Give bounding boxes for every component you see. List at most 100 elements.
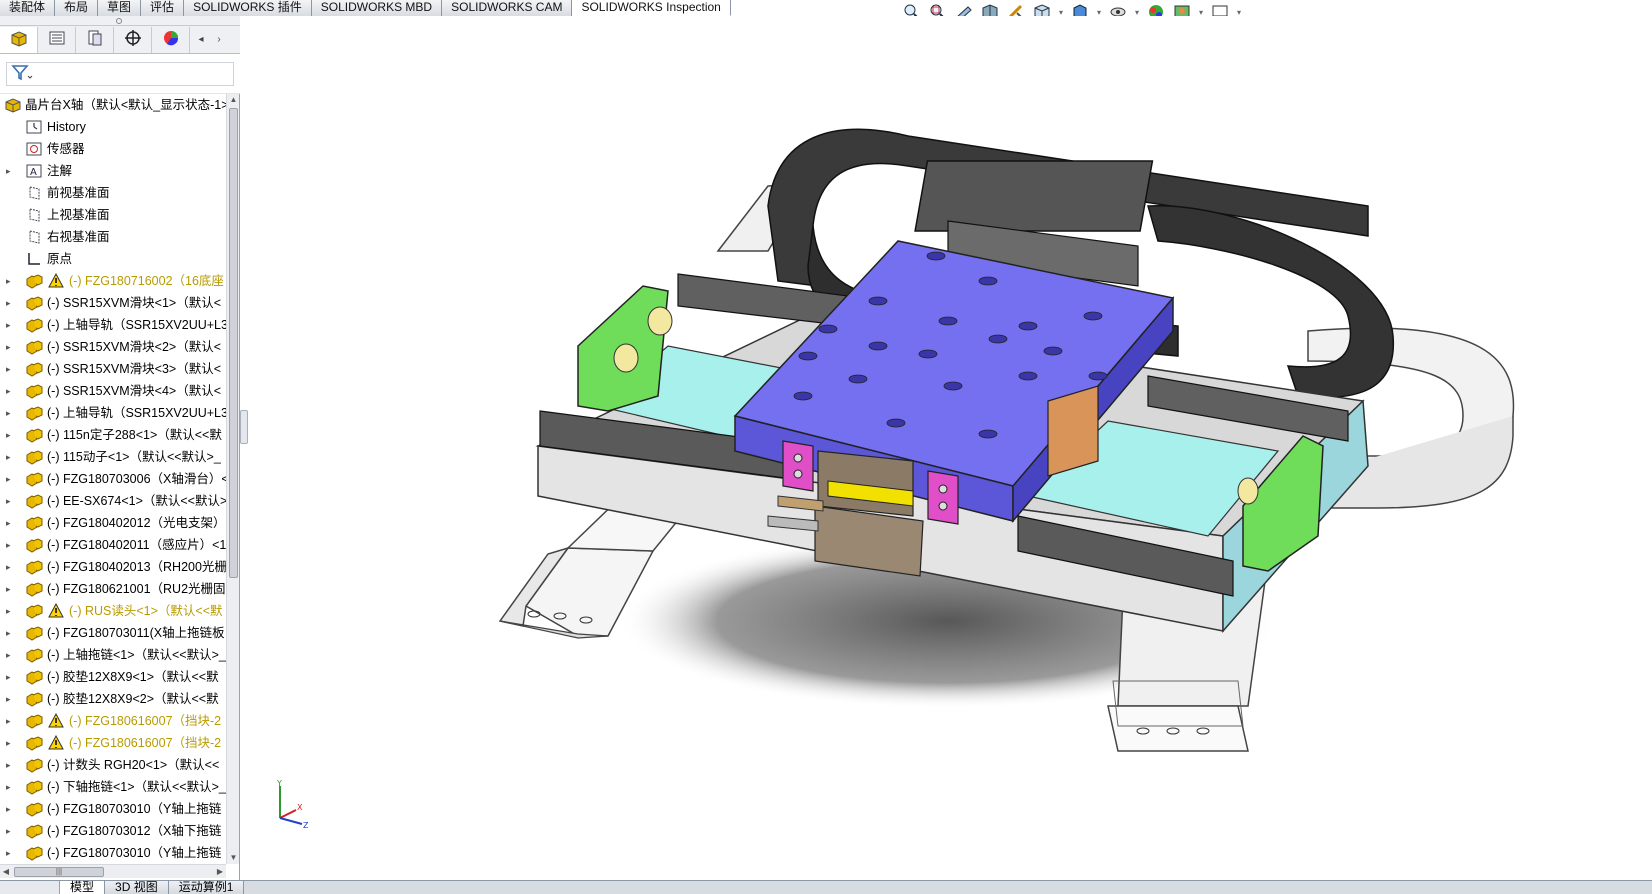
panel-collapse-handle[interactable]	[240, 410, 248, 444]
tree-root-assembly[interactable]: 晶片台X轴（默认<默认_显示状态-1>	[0, 94, 226, 116]
tree-item[interactable]: ▸ (-) 胶垫12X8X9<1>（默认<<默	[0, 666, 226, 688]
tree-item[interactable]: ▸ (-) FZG180402011（感应片）<1	[0, 534, 226, 556]
tree-item[interactable]: ▸ (-) FZG180703012（X轴下拖链	[0, 820, 226, 842]
tree-item[interactable]: ▸ (-) SSR15XVM滑块<4>（默认<	[0, 380, 226, 402]
linear-motor-block[interactable]	[1047, 385, 1099, 477]
command-tab-3[interactable]: 评估	[141, 0, 185, 16]
expand-arrow-icon[interactable]: ▸	[6, 402, 16, 424]
expand-arrow-icon[interactable]: ▸	[6, 666, 16, 688]
expand-arrow-icon[interactable]: ▸	[6, 732, 16, 754]
expand-arrow-icon[interactable]: ▸	[6, 600, 16, 622]
assembly-model-view[interactable]	[248, 16, 1652, 880]
right-pink-clamp[interactable]	[927, 470, 959, 525]
expand-arrow-icon[interactable]: ▸	[6, 490, 16, 512]
expand-arrow-icon[interactable]: ▸	[6, 160, 16, 182]
tree-item[interactable]: 上视基准面	[0, 204, 226, 226]
tree-item[interactable]: 传感器	[0, 138, 226, 160]
tree-item[interactable]: ▸ (-) FZG180616007（挡块-2	[0, 710, 226, 732]
panel-tab-dimxpert[interactable]	[114, 26, 152, 53]
expand-arrow-icon[interactable]: ▸	[6, 534, 16, 556]
history-icon	[25, 119, 43, 135]
scroll-right-arrow-icon[interactable]: ▶	[214, 865, 226, 879]
expand-arrow-icon[interactable]: ▸	[6, 688, 16, 710]
scroll-thumb-horizontal[interactable]: |||	[14, 867, 104, 877]
tree-filter[interactable]	[6, 62, 234, 86]
tree-item[interactable]: ▸ (-) FZG180703011(X轴上拖链板	[0, 622, 226, 644]
expand-arrow-icon[interactable]: ▸	[6, 270, 16, 292]
expand-arrow-icon[interactable]: ▸	[6, 468, 16, 490]
tree-item[interactable]: 右视基准面	[0, 226, 226, 248]
tree-horizontal-scrollbar[interactable]: ◀ ||| ▶	[0, 864, 226, 878]
tree-vertical-scrollbar[interactable]: ▲ ▼	[226, 94, 239, 864]
graphics-area[interactable]	[248, 16, 1652, 880]
expand-arrow-icon[interactable]: ▸	[6, 556, 16, 578]
expand-arrow-icon[interactable]: ▸	[6, 446, 16, 468]
expand-arrow-icon[interactable]: ▸	[6, 776, 16, 798]
tab-navigation-arrows-icon[interactable]	[0, 881, 60, 894]
tree-item[interactable]: ▸ (-) 胶垫12X8X9<2>（默认<<默	[0, 688, 226, 710]
tree-item[interactable]: ▸ (-) 上轴导轨（SSR15XV2UU+L3	[0, 402, 226, 424]
tree-item[interactable]: ▸ (-) 上轴导轨（SSR15XV2UU+L3	[0, 314, 226, 336]
expand-arrow-icon[interactable]: ▸	[6, 622, 16, 644]
tree-item[interactable]: ▸ A 注解	[0, 160, 226, 182]
panel-tabs-next-icon[interactable]: ›	[212, 30, 226, 50]
tree-item[interactable]: ▸ (-) 上轴拖链<1>（默认<<默认>_	[0, 644, 226, 666]
tree-item[interactable]: ▸ (-) RUS读头<1>（默认<<默	[0, 600, 226, 622]
tree-item[interactable]: ▸ (-) SSR15XVM滑块<2>（默认<	[0, 336, 226, 358]
scroll-left-arrow-icon[interactable]: ◀	[0, 865, 12, 879]
command-tab-1[interactable]: 布局	[55, 0, 99, 16]
expand-arrow-icon[interactable]: ▸	[6, 358, 16, 380]
expand-arrow-icon[interactable]: ▸	[6, 820, 16, 842]
tree-item[interactable]: ▸ (-) 115n定子288<1>（默认<<默	[0, 424, 226, 446]
command-tab-7[interactable]: SOLIDWORKS Inspection	[572, 0, 731, 16]
panel-tab-property-manager[interactable]	[38, 26, 76, 53]
expand-arrow-icon[interactable]: ▸	[6, 644, 16, 666]
tree-item[interactable]: ▸ (-) FZG180616007（挡块-2	[0, 732, 226, 754]
tree-item[interactable]: ▸ (-) FZG180703010（Y轴上拖链	[0, 798, 226, 820]
tree-item[interactable]: ▸ (-) FZG180402013（RH200光栅	[0, 556, 226, 578]
tree-item[interactable]: ▸ (-) 计数头 RGH20<1>（默认<<	[0, 754, 226, 776]
panel-tab-feature-manager[interactable]	[0, 26, 38, 53]
expand-arrow-icon[interactable]: ▸	[6, 336, 16, 358]
scroll-down-arrow-icon[interactable]: ▼	[227, 852, 240, 864]
scroll-thumb[interactable]	[229, 108, 238, 578]
expand-arrow-icon[interactable]: ▸	[6, 292, 16, 314]
tree-item[interactable]: 前视基准面	[0, 182, 226, 204]
tree-item[interactable]: ▸ (-) EE-SX674<1>（默认<<默认>	[0, 490, 226, 512]
tree-item[interactable]: ▸ (-) 115动子<1>（默认<<默认>_	[0, 446, 226, 468]
panel-tab-display-manager[interactable]	[152, 26, 190, 53]
tree-item[interactable]: ▸ (-) FZG180716002（16底座	[0, 270, 226, 292]
expand-arrow-icon[interactable]: ▸	[6, 314, 16, 336]
tree-item[interactable]: ▸ (-) FZG180703006（X轴滑台）<	[0, 468, 226, 490]
command-tab-6[interactable]: SOLIDWORKS CAM	[442, 0, 573, 16]
panel-tabs-scroll-icon[interactable]: ◂	[194, 30, 208, 50]
expand-arrow-icon[interactable]: ▸	[6, 512, 16, 534]
tree-item[interactable]: ▸ (-) SSR15XVM滑块<1>（默认<	[0, 292, 226, 314]
tree-item[interactable]: ▸ (-) FZG180402012（光电支架）	[0, 512, 226, 534]
tree-item[interactable]: ▸ (-) 下轴拖链<1>（默认<<默认>_	[0, 776, 226, 798]
bottom-tab-1[interactable]: 3D 视图	[105, 881, 169, 894]
expand-arrow-icon[interactable]: ▸	[6, 798, 16, 820]
panel-splitter[interactable]	[0, 16, 240, 26]
bottom-tab-2[interactable]: 运动算例1	[168, 881, 245, 894]
scroll-up-arrow-icon[interactable]: ▲	[227, 94, 240, 106]
tree-item[interactable]: 原点	[0, 248, 226, 270]
command-tab-2[interactable]: 草图	[98, 0, 142, 16]
expand-arrow-icon[interactable]: ▸	[6, 578, 16, 600]
command-tab-0[interactable]: 装配体	[0, 0, 56, 16]
tree-item-label: (-) FZG180402011（感应片）<1	[47, 538, 226, 552]
tree-item[interactable]: History	[0, 116, 226, 138]
tree-item[interactable]: ▸ (-) FZG180621001（RU2光栅固	[0, 578, 226, 600]
tree-item[interactable]: ▸ (-) FZG180703010（Y轴上拖链	[0, 842, 226, 864]
panel-tab-configuration-manager[interactable]	[76, 26, 114, 53]
expand-arrow-icon[interactable]: ▸	[6, 710, 16, 732]
expand-arrow-icon[interactable]: ▸	[6, 842, 16, 864]
command-tab-5[interactable]: SOLIDWORKS MBD	[311, 0, 443, 16]
command-tab-4[interactable]: SOLIDWORKS 插件	[184, 0, 312, 16]
bottom-tab-0[interactable]: 模型	[60, 881, 106, 894]
expand-arrow-icon[interactable]: ▸	[6, 754, 16, 776]
left-pink-clamp[interactable]	[782, 440, 814, 492]
tree-item[interactable]: ▸ (-) SSR15XVM滑块<3>（默认<	[0, 358, 226, 380]
expand-arrow-icon[interactable]: ▸	[6, 424, 16, 446]
expand-arrow-icon[interactable]: ▸	[6, 380, 16, 402]
